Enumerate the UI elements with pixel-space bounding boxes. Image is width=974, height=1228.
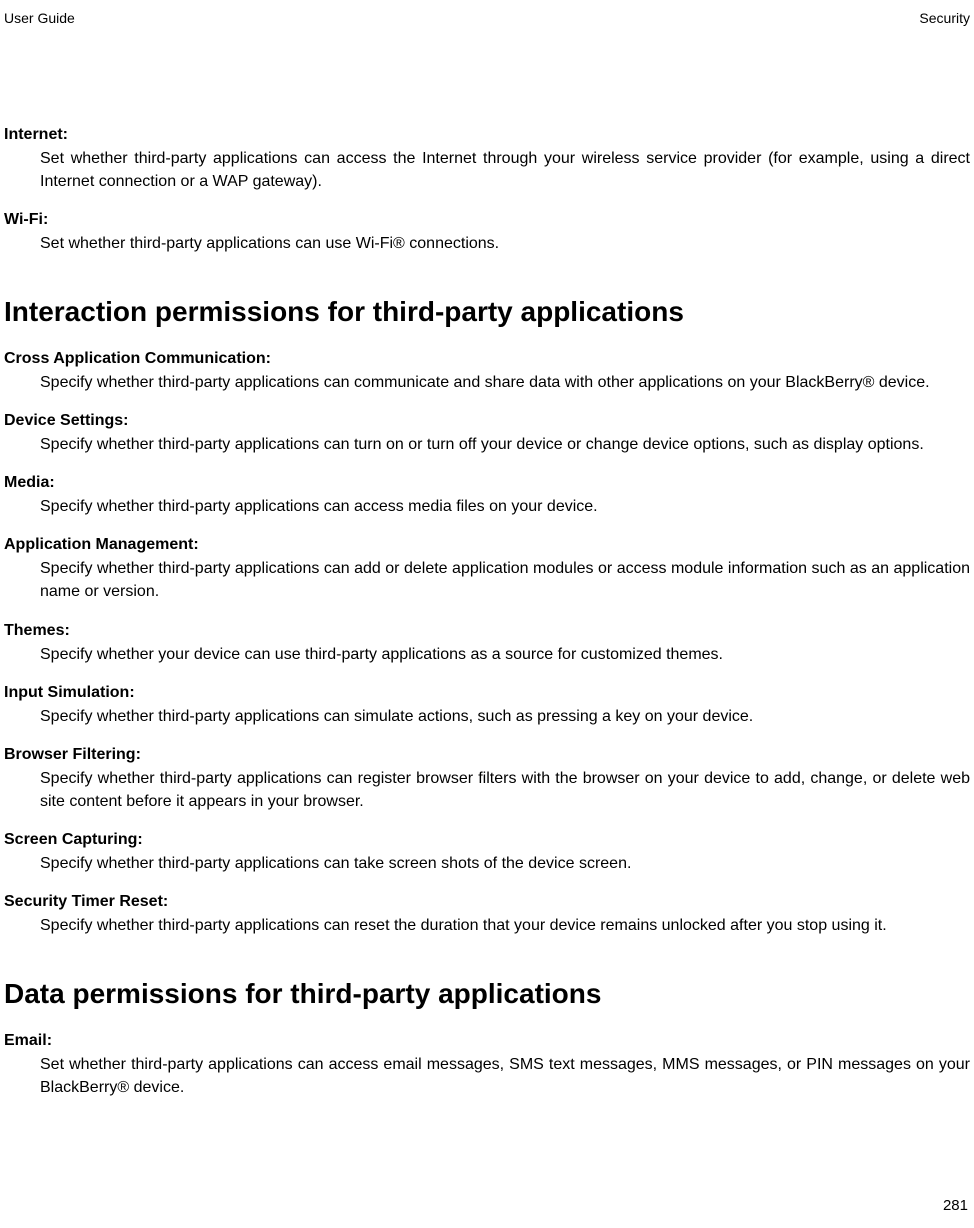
definition-item: Security Timer Reset: Specify whether th… — [4, 893, 970, 937]
definition-term: Device Settings: — [4, 412, 970, 430]
section-heading-interaction: Interaction permissions for third-party … — [4, 296, 970, 328]
definition-term: Media: — [4, 474, 970, 492]
definition-desc: Specify whether third-party applications… — [4, 433, 970, 456]
definition-term: Browser Filtering: — [4, 746, 970, 764]
definition-term: Screen Capturing: — [4, 831, 970, 849]
section-heading-data: Data permissions for third-party applica… — [4, 978, 970, 1010]
definition-desc: Specify whether third-party applications… — [4, 914, 970, 937]
page-content: Internet: Set whether third-party applic… — [4, 126, 970, 1099]
definition-desc: Specify whether third-party applications… — [4, 705, 970, 728]
definition-term: Security Timer Reset: — [4, 893, 970, 911]
header-right: Security — [919, 10, 970, 26]
definition-term: Application Management: — [4, 536, 970, 554]
definition-desc: Specify whether third-party applications… — [4, 371, 970, 394]
definition-term: Email: — [4, 1032, 970, 1050]
definition-item: Email: Set whether third-party applicati… — [4, 1032, 970, 1099]
definition-term: Input Simulation: — [4, 684, 970, 702]
definition-item: Input Simulation: Specify whether third-… — [4, 684, 970, 728]
page-number: 281 — [943, 1197, 968, 1214]
definition-desc: Set whether third-party applications can… — [4, 1053, 970, 1099]
definition-desc: Set whether third-party applications can… — [4, 147, 970, 193]
definition-item: Screen Capturing: Specify whether third-… — [4, 831, 970, 875]
definition-desc: Specify whether third-party applications… — [4, 495, 970, 518]
header-left: User Guide — [4, 10, 75, 26]
definition-item: Wi-Fi: Set whether third-party applicati… — [4, 211, 970, 255]
definition-item: Cross Application Communication: Specify… — [4, 350, 970, 394]
definition-term: Wi-Fi: — [4, 211, 970, 229]
definition-desc: Set whether third-party applications can… — [4, 232, 970, 255]
definition-desc: Specify whether third-party applications… — [4, 557, 970, 603]
definition-desc: Specify whether your device can use thir… — [4, 643, 970, 666]
page-header: User Guide Security — [4, 10, 970, 26]
definition-item: Device Settings: Specify whether third-p… — [4, 412, 970, 456]
definition-item: Application Management: Specify whether … — [4, 536, 970, 603]
definition-desc: Specify whether third-party applications… — [4, 767, 970, 813]
definition-term: Cross Application Communication: — [4, 350, 970, 368]
definition-item: Themes: Specify whether your device can … — [4, 622, 970, 666]
definition-item: Browser Filtering: Specify whether third… — [4, 746, 970, 813]
definition-term: Internet: — [4, 126, 970, 144]
definition-desc: Specify whether third-party applications… — [4, 852, 970, 875]
definition-item: Media: Specify whether third-party appli… — [4, 474, 970, 518]
definition-term: Themes: — [4, 622, 970, 640]
definition-item: Internet: Set whether third-party applic… — [4, 126, 970, 193]
